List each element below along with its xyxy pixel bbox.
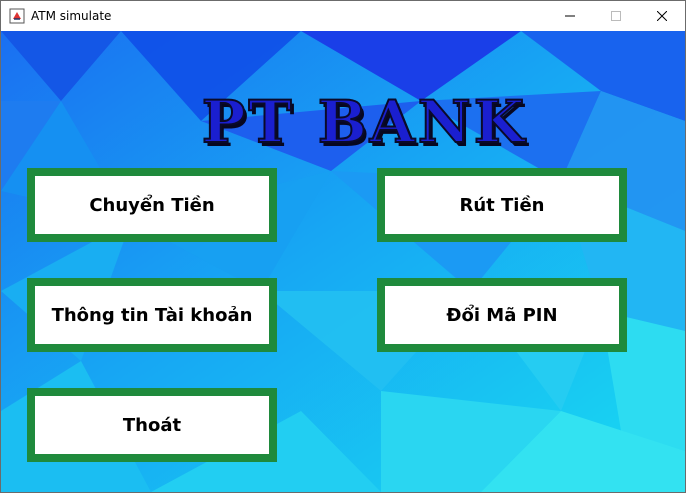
title-bar[interactable]: ATM simulate [1,1,685,31]
maximize-icon [611,11,621,21]
window-controls [547,1,685,31]
bank-title: PT BANK [201,88,528,156]
close-icon [657,11,667,21]
transfer-button[interactable]: Chuyển Tiền [27,168,277,242]
change-pin-button[interactable]: Đổi Mã PIN [377,278,627,352]
minimize-icon [565,11,575,21]
exit-button[interactable]: Thoát [27,388,277,462]
atm-window: ATM simulate PT BANK Chuyển Tiền Rút Tiề… [0,0,686,493]
maximize-button[interactable] [593,1,639,31]
withdraw-button[interactable]: Rút Tiền [377,168,627,242]
java-cup-icon [9,8,25,24]
window-title: ATM simulate [31,9,112,23]
account-info-button[interactable]: Thông tin Tài khoản [27,278,277,352]
close-button[interactable] [639,1,685,31]
main-panel: PT BANK Chuyển Tiền Rút Tiền Thông tin T… [1,31,685,492]
minimize-button[interactable] [547,1,593,31]
